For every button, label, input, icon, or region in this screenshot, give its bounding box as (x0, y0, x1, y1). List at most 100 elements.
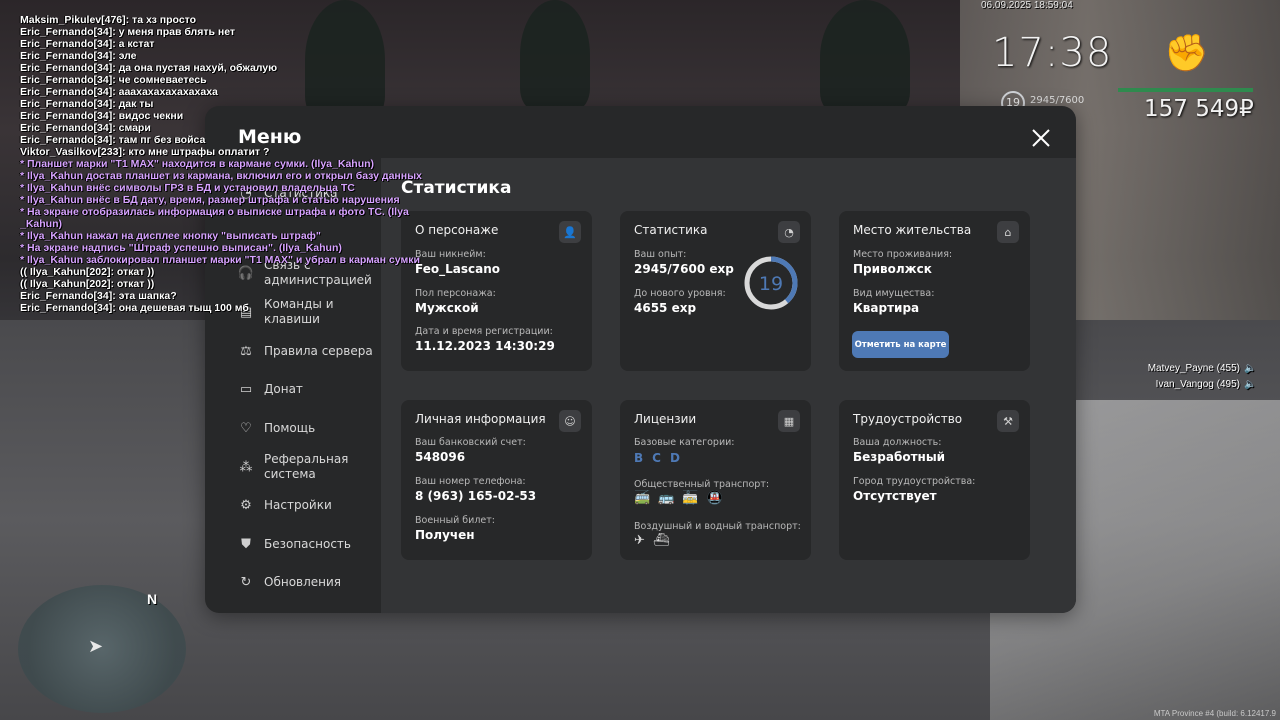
sidebar-item-help[interactable]: ♡ Помощь (238, 420, 378, 436)
voice-player: Matvey_Payne (455) 🔈 (1148, 361, 1257, 377)
hud-money: 157 549₽ (1144, 96, 1254, 122)
chat-message: * На экране отобразилась информация о вы… (20, 206, 409, 218)
health-bar (1118, 88, 1253, 92)
chat-message: Eric_Fernando[34]: у меня прав блять нет (20, 26, 236, 38)
tram-icon: 🚋 (682, 491, 699, 506)
chat-message: Maksim_Pikulev[476]: та хз просто (20, 14, 197, 26)
property-value: Квартира (853, 301, 920, 315)
chat-message: * Ilya_Kahun заблокировал планшет марки … (20, 254, 420, 266)
chat-message: _Kahun) (20, 218, 62, 230)
chat-message: Eric_Fernando[34]: че сомневаетесь (20, 74, 207, 86)
position-value: Безработный (853, 450, 946, 464)
card-title: Место жительства (853, 223, 972, 237)
shield-icon: ⛊ (241, 536, 251, 552)
plane-icon: ✈ (634, 533, 645, 548)
chat-message: Eric_Fernando[34]: смари (20, 122, 151, 134)
chat-message: * Ilya_Kahun внёс в БД дату, время, разм… (20, 194, 400, 206)
chat-log: Maksim_Pikulev[476]: та хз просто Eric_Fe… (20, 14, 440, 314)
exp-label: Ваш опыт: (634, 249, 687, 260)
bank-label: Ваш банковский счет: (415, 437, 526, 448)
category-d: D (669, 451, 680, 465)
bus-icon: 🚌 (658, 491, 675, 506)
reg-value: 11.12.2023 14:30:29 (415, 339, 555, 353)
chat-message: * Ilya_Kahun внёс символы ГРЗ в БД и уст… (20, 182, 355, 194)
close-icon (1032, 129, 1050, 147)
wallet-icon: ▭ (239, 381, 253, 397)
player-marker-icon: ➤ (88, 636, 104, 657)
user-circle-icon: ☺ (559, 410, 581, 432)
refresh-icon: ↻ (240, 574, 252, 590)
voice-player-list: Matvey_Payne (455) 🔈 Ivan_Vangog (495) 🔈 (1148, 361, 1257, 393)
chat-message: * Ilya_Kahun достав планшет из кармана, … (20, 170, 422, 182)
card-title: Личная информация (415, 412, 546, 426)
phone-label: Ваш номер телефона: (415, 476, 526, 487)
chat-message: Eric_Fernando[34]: она дешевая тыщ 100 м… (20, 302, 249, 314)
next-level-label: До нового уровня: (634, 288, 726, 299)
chat-message: Eric_Fernando[34]: дак ты (20, 98, 154, 110)
air-water-transport-icons: ✈ ⛴ (634, 533, 669, 548)
base-categories: B C D (634, 451, 680, 465)
speaker-icon: 🔈 (1244, 379, 1257, 390)
minimap-north-label: N (147, 591, 158, 607)
category-c: C (652, 451, 661, 465)
card-stats: Статистика ◔ Ваш опыт: 2945/7600 exp До … (620, 211, 811, 371)
fist-icon: ✊ (1164, 33, 1209, 74)
air-water-transport-label: Воздушный и водный транспорт: (634, 521, 801, 532)
reg-label: Дата и время регистрации: (415, 326, 553, 337)
card-title: Статистика (634, 223, 708, 237)
chat-message: (( Ilya_Kahun[202]: откат )) (20, 278, 155, 290)
chat-message: Eric_Fernando[34]: там пг без войса (20, 134, 206, 146)
chat-message: Viktor_Vasilkov[233]: кто мне штрафы опл… (20, 146, 270, 158)
place-value: Приволжск (853, 262, 932, 276)
chat-message: Eric_Fernando[34]: аааxaxaxaxaxaxaxa (20, 86, 218, 98)
heart-hand-icon: ♡ (240, 420, 252, 436)
pie-chart-icon: ◔ (778, 221, 800, 243)
ship-icon: ⛴ (652, 533, 670, 548)
home-icon: ⌂ (997, 221, 1019, 243)
hud-time: 17:38 (992, 30, 1113, 76)
chat-message: Eric_Fernando[34]: да она пустая нахуй, … (20, 62, 278, 74)
chat-message: * На экране надпись "Штраф успешно выпис… (20, 242, 342, 254)
exp-value: 2945/7600 exp (634, 262, 734, 276)
background-tree (520, 0, 590, 110)
position-label: Ваша должность: (853, 437, 942, 448)
background-tree (820, 0, 910, 115)
base-categories-label: Базовые категории: (634, 437, 735, 448)
card-title: Лицензии (634, 412, 697, 426)
card-residence: Место жительства ⌂ Место проживания: При… (839, 211, 1030, 371)
level-progress-ring: 19 (744, 256, 798, 310)
sidebar-item-settings[interactable]: ⚙ Настройки (238, 497, 378, 513)
mark-on-map-button[interactable]: Отметить на карте (852, 331, 949, 358)
chat-message: (( Ilya_Kahun[202]: откат )) (20, 266, 155, 278)
sidebar-item-rules[interactable]: ⚖ Правила сервера (238, 343, 378, 359)
metro-icon: 🚇 (706, 491, 723, 506)
chat-message: Eric_Fernando[34]: эле (20, 50, 137, 62)
chat-message: Eric_Fernando[34]: видос чекни (20, 110, 184, 122)
place-label: Место проживания: (853, 249, 953, 260)
close-button[interactable] (1028, 126, 1054, 152)
next-level-value: 4655 exp (634, 301, 697, 315)
public-transport-label: Общественный транспорт: (634, 479, 770, 490)
military-label: Военный билет: (415, 515, 495, 526)
bank-value: 548096 (415, 450, 466, 464)
card-employment: Трудоустройство ⚒ Ваша должность: Безраб… (839, 400, 1030, 560)
hud-date: 06.09.2025 18:59:04 (981, 0, 1073, 11)
sidebar-item-security[interactable]: ⛊ Безопасность (238, 536, 378, 552)
network-icon: ⁂ (239, 459, 253, 475)
gear-icon: ⚙ (240, 497, 252, 513)
id-card-icon: ▦ (778, 410, 800, 432)
category-b: B (634, 451, 644, 465)
phone-value: 8 (963) 165-02-53 (415, 489, 537, 503)
sidebar-item-updates[interactable]: ↻ Обновления (238, 574, 378, 590)
property-label: Вид имущества: (853, 288, 935, 299)
sidebar-item-donate[interactable]: ▭ Донат (238, 381, 378, 397)
job-city-value: Отсутствует (853, 489, 937, 503)
chat-message: * Планшет марки "T1 MAX" находится в кар… (20, 158, 375, 170)
job-city-label: Город трудоустройства: (853, 476, 976, 487)
chat-message: * Ilya_Kahun нажал на дисплее кнопку "вы… (20, 230, 321, 242)
card-personal: Личная информация ☺ Ваш банковский счет:… (401, 400, 592, 560)
card-title: Трудоустройство (853, 412, 963, 426)
public-transport-icons: 🚎 🚌 🚋 🚇 (634, 491, 723, 506)
sidebar-item-referral[interactable]: ⁂ Реферальная система (238, 452, 378, 482)
card-licenses: Лицензии ▦ Базовые категории: B C D Обще… (620, 400, 811, 560)
